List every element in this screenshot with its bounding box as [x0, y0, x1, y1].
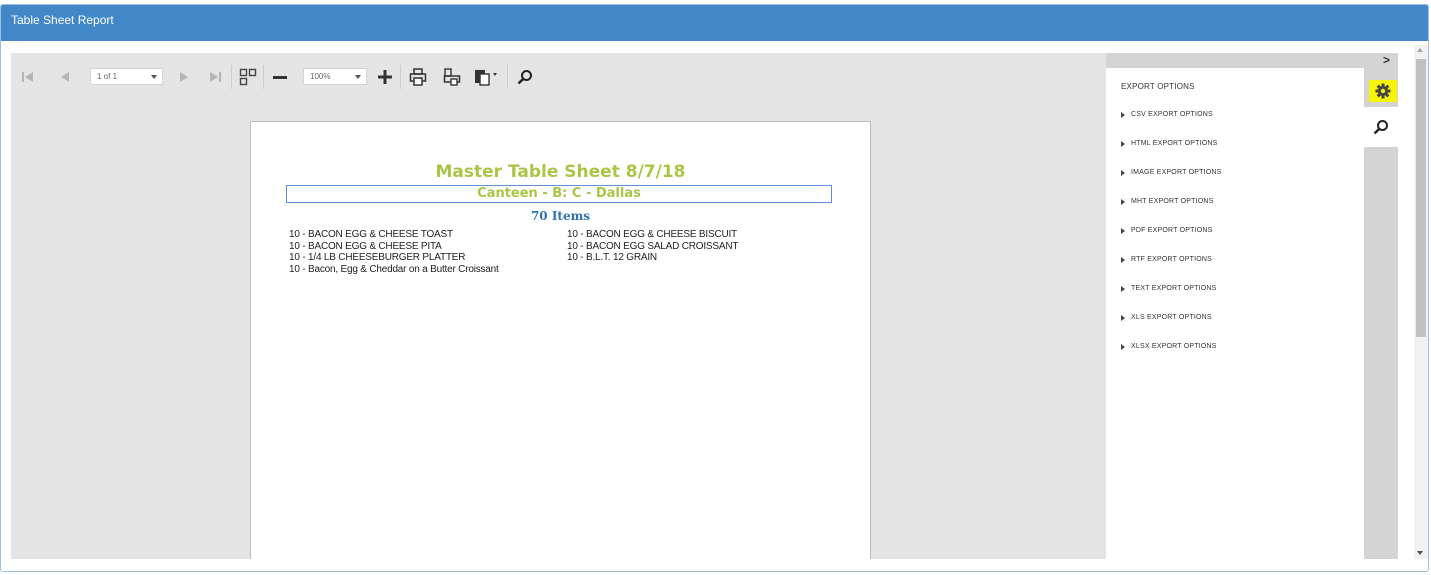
export-option-image[interactable]: IMAGE EXPORT OPTIONS: [1121, 169, 1221, 176]
viewer-toolbar: 1 of 1 100%: [11, 53, 1106, 101]
scroll-up-icon[interactable]: [1417, 48, 1423, 52]
gear-icon[interactable]: [1369, 80, 1397, 102]
chevron-down-icon: [355, 75, 361, 79]
zoom-value: 100%: [310, 72, 331, 81]
vertical-scrollbar[interactable]: [1414, 45, 1428, 559]
window-title: Table Sheet Report: [1, 5, 1428, 41]
report-page: Master Table Sheet 8/7/18 Canteen - B: C…: [250, 121, 871, 559]
zoom-in-icon[interactable]: [374, 67, 396, 87]
report-title: Master Table Sheet 8/7/18: [435, 162, 686, 182]
print-icon[interactable]: [407, 67, 429, 87]
first-page-icon[interactable]: [19, 67, 37, 87]
list-item: 10 - BACON EGG & CHEESE PITA: [289, 240, 442, 252]
panel-collapse-bar[interactable]: >: [1106, 53, 1398, 68]
export-option-xls[interactable]: XLS EXPORT OPTIONS: [1121, 314, 1212, 321]
caret-right-icon: [1121, 256, 1125, 263]
scroll-down-icon[interactable]: [1417, 551, 1423, 555]
export-option-text[interactable]: TEXT EXPORT OPTIONS: [1121, 285, 1217, 292]
report-item-count: 70 Items: [530, 209, 591, 223]
export-option-csv[interactable]: CSV EXPORT OPTIONS: [1121, 111, 1213, 118]
document-viewer: 1 of 1 100% Master Table Sheet 8/7/18 Ca…: [11, 53, 1106, 559]
caret-right-icon: [1121, 111, 1125, 118]
export-option-pdf[interactable]: PDF EXPORT OPTIONS: [1121, 227, 1213, 234]
toolbar-separator: [400, 65, 401, 89]
caret-right-icon: [1121, 227, 1125, 234]
zoom-out-icon[interactable]: [269, 67, 291, 87]
export-options-title: EXPORT OPTIONS: [1121, 82, 1195, 91]
toolbar-separator: [231, 65, 232, 89]
list-item: 10 - B.L.T. 12 GRAIN: [567, 252, 657, 263]
toolbar-separator: [507, 65, 508, 89]
zoom-selector[interactable]: 100%: [303, 68, 367, 85]
list-item: 10 - 1/4 LB CHEESEBURGER PLATTER: [289, 252, 466, 263]
search-icon[interactable]: [514, 67, 536, 87]
caret-right-icon: [1121, 140, 1125, 147]
caret-right-icon: [1121, 198, 1125, 205]
caret-right-icon: [1121, 169, 1125, 176]
multipage-icon[interactable]: [237, 67, 259, 87]
last-page-icon[interactable]: [206, 67, 224, 87]
report-items-list: 10 - BACON EGG & CHEESE TOAST 10 - BACON…: [289, 229, 849, 275]
list-item: 10 - Bacon, Egg & Cheddar on a Butter Cr…: [289, 263, 499, 275]
export-option-rtf[interactable]: RTF EXPORT OPTIONS: [1121, 256, 1212, 263]
list-item: 10 - BACON EGG & CHEESE TOAST: [289, 229, 453, 240]
export-option-mht[interactable]: MHT EXPORT OPTIONS: [1121, 198, 1214, 205]
chevron-down-icon: [151, 75, 157, 79]
scrollbar-thumb[interactable]: [1416, 59, 1426, 337]
list-item: 10 - BACON EGG & CHEESE BISCUIT: [567, 229, 737, 240]
page-selector[interactable]: 1 of 1: [90, 68, 163, 85]
page-selector-value: 1 of 1: [97, 72, 118, 81]
search-icon[interactable]: [1364, 107, 1398, 147]
caret-right-icon: [1121, 343, 1125, 350]
export-icon[interactable]: [472, 67, 500, 87]
report-window: Table Sheet Report 1 of 1 100% Master Ta…: [0, 4, 1429, 572]
print-page-icon[interactable]: [441, 67, 463, 87]
prev-page-icon[interactable]: [57, 67, 73, 87]
export-option-html[interactable]: HTML EXPORT OPTIONS: [1121, 140, 1218, 147]
export-options-panel: [1106, 53, 1364, 559]
chevron-right-icon[interactable]: >: [1383, 53, 1390, 68]
caret-right-icon: [1121, 314, 1125, 321]
toolbar-separator: [263, 65, 264, 89]
report-subtitle: Canteen - B: C - Dallas: [286, 185, 832, 203]
next-page-icon[interactable]: [176, 67, 192, 87]
export-option-xlsx[interactable]: XLSX EXPORT OPTIONS: [1121, 343, 1217, 350]
list-item: 10 - BACON EGG SALAD CROISSANT: [567, 240, 739, 252]
caret-right-icon: [1121, 285, 1125, 292]
